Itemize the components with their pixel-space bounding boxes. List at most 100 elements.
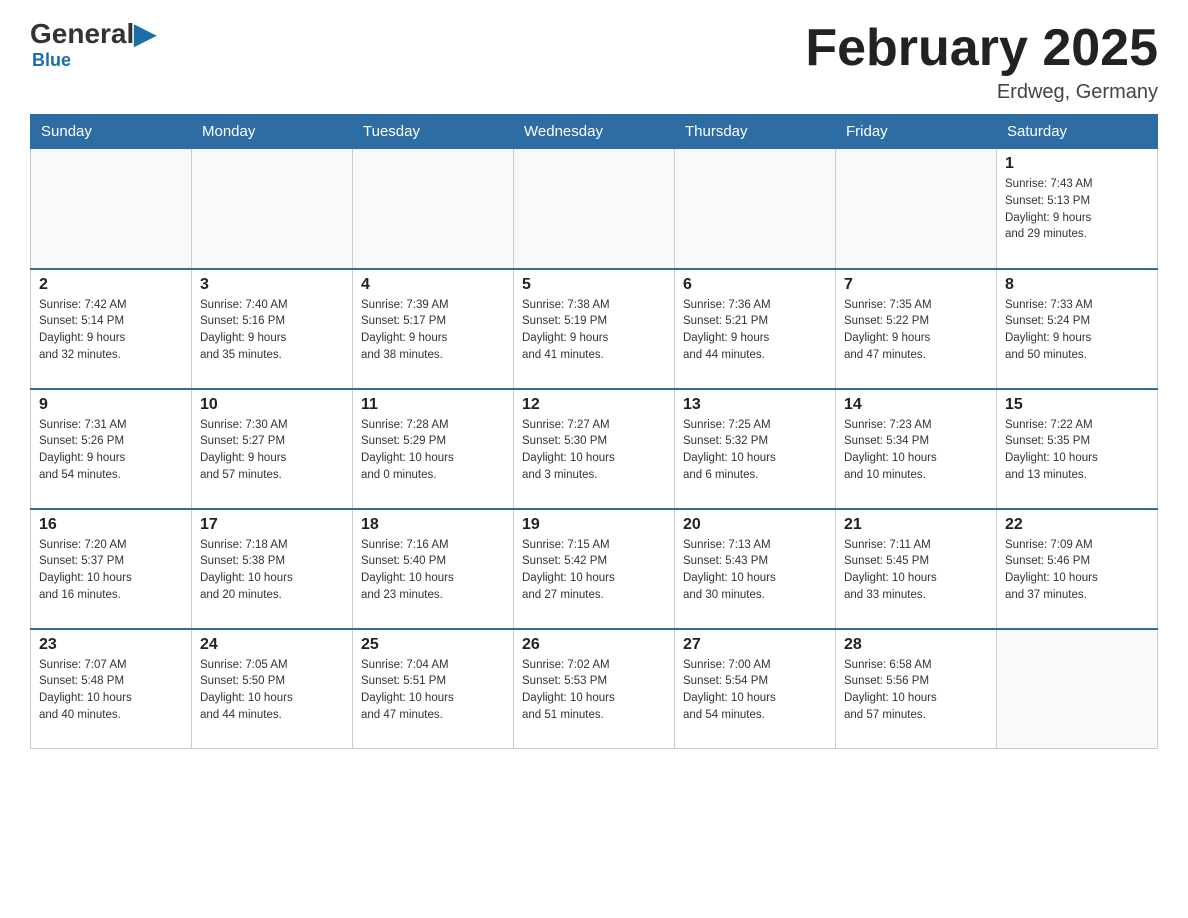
table-row: 15 Sunrise: 7:22 AM Sunset: 5:35 PM Dayli…	[997, 389, 1158, 509]
day-info: Sunrise: 7:35 AM Sunset: 5:22 PM Dayligh…	[844, 297, 988, 364]
day-info: Sunrise: 7:00 AM Sunset: 5:54 PM Dayligh…	[683, 657, 827, 724]
table-row	[675, 149, 836, 269]
day-number: 11	[361, 396, 505, 414]
calendar-week-3: 9 Sunrise: 7:31 AM Sunset: 5:26 PM Daylig…	[31, 389, 1158, 509]
calendar-week-1: 1 Sunrise: 7:43 AM Sunset: 5:13 PM Daylig…	[31, 149, 1158, 269]
table-row: 27 Sunrise: 7:00 AM Sunset: 5:54 PM Dayli…	[675, 629, 836, 749]
table-row: 1 Sunrise: 7:43 AM Sunset: 5:13 PM Daylig…	[997, 149, 1158, 269]
day-number: 16	[39, 516, 183, 534]
day-info: Sunrise: 7:07 AM Sunset: 5:48 PM Dayligh…	[39, 657, 183, 724]
day-number: 12	[522, 396, 666, 414]
day-number: 25	[361, 636, 505, 654]
header-friday: Friday	[836, 115, 997, 149]
table-row: 10 Sunrise: 7:30 AM Sunset: 5:27 PM Dayli…	[192, 389, 353, 509]
header-saturday: Saturday	[997, 115, 1158, 149]
table-row: 12 Sunrise: 7:27 AM Sunset: 5:30 PM Dayli…	[514, 389, 675, 509]
day-info: Sunrise: 7:09 AM Sunset: 5:46 PM Dayligh…	[1005, 537, 1149, 604]
weekday-header-row: Sunday Monday Tuesday Wednesday Thursday…	[31, 115, 1158, 149]
calendar-week-5: 23 Sunrise: 7:07 AM Sunset: 5:48 PM Dayli…	[31, 629, 1158, 749]
day-number: 15	[1005, 396, 1149, 414]
day-number: 19	[522, 516, 666, 534]
table-row: 11 Sunrise: 7:28 AM Sunset: 5:29 PM Dayli…	[353, 389, 514, 509]
table-row: 17 Sunrise: 7:18 AM Sunset: 5:38 PM Dayli…	[192, 509, 353, 629]
day-info: Sunrise: 7:11 AM Sunset: 5:45 PM Dayligh…	[844, 537, 988, 604]
table-row: 25 Sunrise: 7:04 AM Sunset: 5:51 PM Dayli…	[353, 629, 514, 749]
day-number: 20	[683, 516, 827, 534]
day-info: Sunrise: 7:40 AM Sunset: 5:16 PM Dayligh…	[200, 297, 344, 364]
table-row: 19 Sunrise: 7:15 AM Sunset: 5:42 PM Dayli…	[514, 509, 675, 629]
day-number: 14	[844, 396, 988, 414]
day-info: Sunrise: 7:33 AM Sunset: 5:24 PM Dayligh…	[1005, 297, 1149, 364]
day-info: Sunrise: 7:36 AM Sunset: 5:21 PM Dayligh…	[683, 297, 827, 364]
day-number: 23	[39, 636, 183, 654]
day-number: 24	[200, 636, 344, 654]
day-number: 4	[361, 276, 505, 294]
day-number: 7	[844, 276, 988, 294]
table-row: 16 Sunrise: 7:20 AM Sunset: 5:37 PM Dayli…	[31, 509, 192, 629]
day-info: Sunrise: 7:25 AM Sunset: 5:32 PM Dayligh…	[683, 417, 827, 484]
table-row	[192, 149, 353, 269]
table-row: 22 Sunrise: 7:09 AM Sunset: 5:46 PM Dayli…	[997, 509, 1158, 629]
logo-triangle-icon: ▶	[134, 18, 156, 49]
table-row: 8 Sunrise: 7:33 AM Sunset: 5:24 PM Daylig…	[997, 269, 1158, 389]
calendar-table: Sunday Monday Tuesday Wednesday Thursday…	[30, 114, 1158, 749]
table-row: 21 Sunrise: 7:11 AM Sunset: 5:45 PM Dayli…	[836, 509, 997, 629]
table-row: 9 Sunrise: 7:31 AM Sunset: 5:26 PM Daylig…	[31, 389, 192, 509]
table-row: 7 Sunrise: 7:35 AM Sunset: 5:22 PM Daylig…	[836, 269, 997, 389]
day-number: 21	[844, 516, 988, 534]
day-info: Sunrise: 7:22 AM Sunset: 5:35 PM Dayligh…	[1005, 417, 1149, 484]
day-number: 8	[1005, 276, 1149, 294]
day-info: Sunrise: 6:58 AM Sunset: 5:56 PM Dayligh…	[844, 657, 988, 724]
day-number: 22	[1005, 516, 1149, 534]
day-info: Sunrise: 7:18 AM Sunset: 5:38 PM Dayligh…	[200, 537, 344, 604]
day-number: 6	[683, 276, 827, 294]
day-number: 13	[683, 396, 827, 414]
month-title: February 2025	[805, 20, 1158, 77]
table-row	[514, 149, 675, 269]
logo-text: General▶	[30, 20, 156, 48]
day-info: Sunrise: 7:20 AM Sunset: 5:37 PM Dayligh…	[39, 537, 183, 604]
table-row: 5Sunrise: 7:38 AM Sunset: 5:19 PM Daylig…	[514, 269, 675, 389]
day-number: 10	[200, 396, 344, 414]
day-info: Sunrise: 7:43 AM Sunset: 5:13 PM Dayligh…	[1005, 176, 1149, 243]
day-number: 3	[200, 276, 344, 294]
day-info: Sunrise: 7:30 AM Sunset: 5:27 PM Dayligh…	[200, 417, 344, 484]
table-row: 23 Sunrise: 7:07 AM Sunset: 5:48 PM Dayli…	[31, 629, 192, 749]
table-row: 13 Sunrise: 7:25 AM Sunset: 5:32 PM Dayli…	[675, 389, 836, 509]
day-number: 18	[361, 516, 505, 534]
day-info: Sunrise: 7:31 AM Sunset: 5:26 PM Dayligh…	[39, 417, 183, 484]
day-info: Sunrise: 7:39 AM Sunset: 5:17 PM Dayligh…	[361, 297, 505, 364]
day-info: Sunrise: 7:04 AM Sunset: 5:51 PM Dayligh…	[361, 657, 505, 724]
table-row: 28 Sunrise: 6:58 AM Sunset: 5:56 PM Dayli…	[836, 629, 997, 749]
day-info: Sunrise: 7:15 AM Sunset: 5:42 PM Dayligh…	[522, 537, 666, 604]
day-info: Sunrise: 7:23 AM Sunset: 5:34 PM Dayligh…	[844, 417, 988, 484]
day-number: 26	[522, 636, 666, 654]
location-label: Erdweg, Germany	[805, 81, 1158, 104]
table-row: 6 Sunrise: 7:36 AM Sunset: 5:21 PM Daylig…	[675, 269, 836, 389]
day-number: 28	[844, 636, 988, 654]
day-info: Sunrise: 7:28 AM Sunset: 5:29 PM Dayligh…	[361, 417, 505, 484]
table-row: 4 Sunrise: 7:39 AM Sunset: 5:17 PM Daylig…	[353, 269, 514, 389]
header-sunday: Sunday	[31, 115, 192, 149]
logo: General▶ Blue	[30, 20, 156, 71]
table-row	[31, 149, 192, 269]
day-number: 9	[39, 396, 183, 414]
header-tuesday: Tuesday	[353, 115, 514, 149]
day-info: Sunrise: 7:16 AM Sunset: 5:40 PM Dayligh…	[361, 537, 505, 604]
table-row: 24Sunrise: 7:05 AM Sunset: 5:50 PM Dayli…	[192, 629, 353, 749]
day-info: Sunrise: 7:27 AM Sunset: 5:30 PM Dayligh…	[522, 417, 666, 484]
table-row: 14 Sunrise: 7:23 AM Sunset: 5:34 PM Dayli…	[836, 389, 997, 509]
day-number: 27	[683, 636, 827, 654]
day-number: 17	[200, 516, 344, 534]
header-monday: Monday	[192, 115, 353, 149]
day-number: 1	[1005, 155, 1149, 173]
table-row: 2Sunrise: 7:42 AM Sunset: 5:14 PM Daylig…	[31, 269, 192, 389]
calendar-week-2: 2Sunrise: 7:42 AM Sunset: 5:14 PM Daylig…	[31, 269, 1158, 389]
table-row: 26 Sunrise: 7:02 AM Sunset: 5:53 PM Dayli…	[514, 629, 675, 749]
table-row: 18 Sunrise: 7:16 AM Sunset: 5:40 PM Dayli…	[353, 509, 514, 629]
header-wednesday: Wednesday	[514, 115, 675, 149]
logo-blue-label: Blue	[32, 50, 71, 71]
day-info: Sunrise: 7:02 AM Sunset: 5:53 PM Dayligh…	[522, 657, 666, 724]
header-thursday: Thursday	[675, 115, 836, 149]
table-row	[997, 629, 1158, 749]
